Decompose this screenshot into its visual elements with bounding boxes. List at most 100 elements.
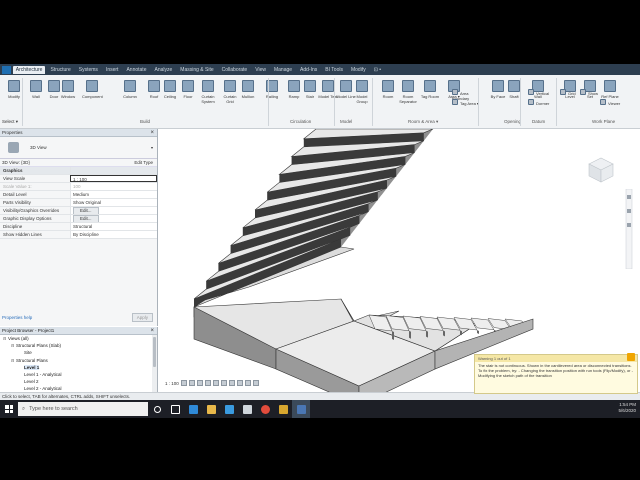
temporary-hide-icon[interactable] [244, 380, 251, 386]
chrome-icon[interactable] [256, 400, 274, 418]
ribbon-button[interactable]: Vertical [528, 89, 558, 96]
3d-viewport[interactable]: 1 : 100 [159, 128, 640, 400]
ribbon-button[interactable]: Mullion [238, 80, 258, 99]
start-button[interactable] [0, 400, 18, 418]
ribbon-tab[interactable]: Add-Ins [297, 66, 320, 74]
ribbon-button[interactable]: Room Separator [398, 80, 418, 104]
render-icon[interactable] [212, 380, 219, 386]
edit-button[interactable]: Edit... [73, 207, 99, 214]
property-value[interactable]: 100 [70, 183, 157, 190]
ribbon-panel-label[interactable]: Datum [532, 119, 545, 124]
ribbon-button[interactable]: Curtain Grid [220, 80, 240, 104]
stair-model[interactable] [159, 128, 640, 400]
navigation-bar[interactable] [625, 189, 633, 269]
store-icon[interactable] [220, 400, 238, 418]
ribbon-button[interactable]: Ceiling [160, 80, 180, 99]
close-icon[interactable]: × [150, 327, 154, 335]
instance-filter[interactable]: 3D View: {3D} Edit Type [0, 159, 157, 167]
ribbon-tab[interactable]: Structure [47, 66, 73, 74]
properties-help-link[interactable]: Properties help [2, 315, 32, 320]
system-tray-clock[interactable]: 1:54 PM 5/6/2020 [618, 402, 636, 414]
ribbon-button[interactable]: Ref Plane [600, 80, 620, 99]
ribbon-button[interactable]: Model Text [318, 80, 338, 99]
edge-icon[interactable] [184, 400, 202, 418]
apply-button[interactable]: Apply [131, 313, 153, 322]
property-value[interactable]: Show Original [70, 199, 157, 206]
close-icon[interactable]: × [150, 129, 154, 137]
ribbon-panel-label[interactable]: Build [140, 119, 150, 124]
type-selector[interactable]: 3D View ▾ [0, 137, 157, 159]
ribbon-panel-label[interactable]: Model [340, 119, 352, 124]
ribbon-tab[interactable]: Collaborate [219, 66, 251, 74]
scrollbar-thumb[interactable] [153, 337, 156, 367]
ribbon-tab[interactable]: Massing & Site [177, 66, 216, 74]
taskbar-search[interactable]: ⌕ Type here to search [18, 402, 148, 416]
lock-icon[interactable] [236, 380, 243, 386]
property-value[interactable] [70, 167, 157, 174]
ribbon-tab[interactable]: View [252, 66, 269, 74]
property-group[interactable]: Graphics [0, 167, 157, 175]
property-value[interactable]: 1 : 100 [70, 175, 157, 182]
ribbon-button[interactable]: Dormer [528, 99, 558, 106]
browser-tree-item[interactable]: ⊟ Structural Plans [0, 357, 157, 364]
ribbon-button[interactable]: Viewer [600, 99, 630, 106]
view-scale-label[interactable]: 1 : 100 [165, 381, 179, 386]
ribbon-panel-label[interactable]: Opening [504, 119, 521, 124]
ribbon-tab[interactable]: Insert [103, 66, 122, 74]
browser-tree-item[interactable]: Level 2 - Analytical [0, 385, 157, 392]
browser-tree-item[interactable]: Level 1 [0, 364, 157, 371]
ribbon-tab[interactable]: Manage [271, 66, 295, 74]
show-crop-icon[interactable] [228, 380, 235, 386]
crop-view-icon[interactable] [220, 380, 227, 386]
shadows-icon[interactable] [204, 380, 211, 386]
detail-level-icon[interactable] [180, 380, 187, 386]
chevron-down-icon[interactable]: ▾ [151, 145, 153, 150]
visual-style-icon[interactable] [188, 380, 195, 386]
ribbon-button[interactable]: Modify [4, 80, 24, 99]
ribbon-tab[interactable]: Architecture [12, 65, 46, 74]
project-browser-scrollbar[interactable] [152, 335, 157, 392]
ribbon-tab[interactable]: Annotate [123, 66, 149, 74]
browser-tree-item[interactable]: Site [0, 349, 157, 356]
file-tab[interactable] [2, 65, 11, 74]
media-icon[interactable] [274, 400, 292, 418]
file-explorer-icon[interactable] [202, 400, 220, 418]
ribbon-panel-label[interactable]: Room & Area ▾ [408, 119, 438, 125]
ribbon-tab[interactable]: Systems [76, 66, 101, 74]
ribbon-button[interactable]: Tag Room [420, 80, 440, 99]
browser-tree-item[interactable]: Level 2 [0, 378, 157, 385]
ribbon-button[interactable]: Shaft [504, 80, 524, 99]
ribbon-button[interactable]: Window [58, 80, 78, 99]
revit-icon[interactable] [292, 400, 310, 418]
mail-icon[interactable] [238, 400, 256, 418]
ribbon-button[interactable]: Stair [300, 80, 320, 99]
edit-button[interactable]: Edit... [73, 215, 99, 222]
warning-notification[interactable]: Warning 1 out of 1 The stair is not cont… [474, 353, 638, 394]
cortana-icon[interactable] [148, 400, 166, 418]
ribbon-button[interactable]: Model Group [352, 80, 372, 104]
property-value[interactable]: Edit... [70, 215, 157, 222]
ribbon-panel-label[interactable]: Work Plane [592, 119, 615, 124]
sun-path-icon[interactable] [196, 380, 203, 386]
ribbon-panel-label[interactable]: Circulation [290, 119, 311, 124]
ribbon-tab[interactable]: ⊡ • [371, 66, 384, 74]
ribbon-button[interactable]: Column [120, 80, 140, 99]
ribbon-button[interactable]: Curtain System [198, 80, 218, 104]
property-value[interactable]: By Discipline [70, 231, 157, 238]
ribbon-button[interactable]: Wall [26, 80, 46, 99]
property-value[interactable]: Structural [70, 223, 157, 230]
viewcube[interactable] [583, 152, 619, 188]
ribbon-tab[interactable]: Analyze [151, 66, 175, 74]
ribbon-button[interactable]: Railing [262, 80, 282, 99]
reveal-hidden-icon[interactable] [252, 380, 259, 386]
browser-tree-item[interactable]: ⊟ Views (all) [0, 335, 157, 342]
property-value[interactable]: Edit... [70, 207, 157, 214]
browser-tree-item[interactable]: ⊟ Structural Plans (Slab) [0, 342, 157, 349]
browser-tree-item[interactable]: Level 1 - Analytical [0, 371, 157, 378]
ribbon-button[interactable]: Component [82, 80, 103, 99]
property-value[interactable]: Medium [70, 191, 157, 198]
select-dropdown[interactable]: Select ▾ [2, 119, 18, 125]
task-view-icon[interactable] [166, 400, 184, 418]
ribbon-tab[interactable]: Modify [348, 66, 369, 74]
ribbon-button[interactable]: Room [378, 80, 398, 99]
